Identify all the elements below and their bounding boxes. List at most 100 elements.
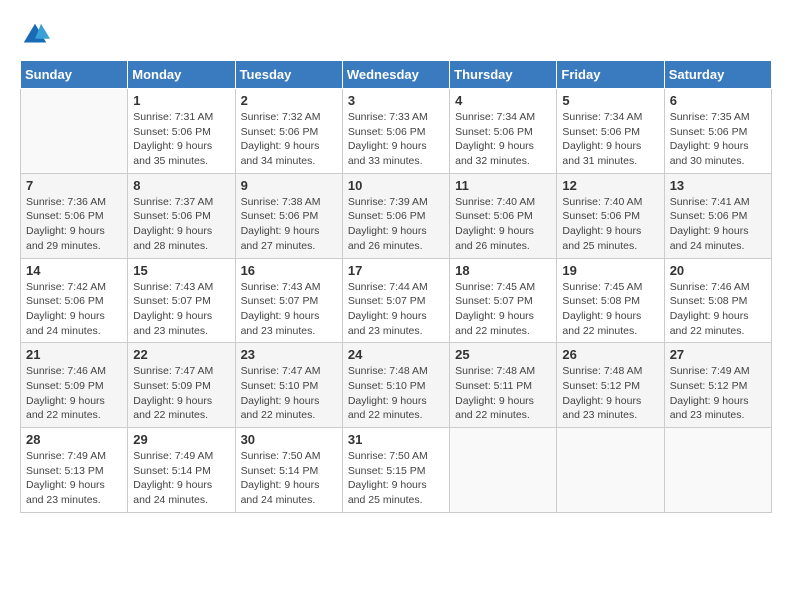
calendar-header-row: SundayMondayTuesdayWednesdayThursdayFrid… (21, 61, 772, 89)
day-number: 9 (241, 178, 337, 193)
day-number: 13 (670, 178, 766, 193)
calendar-week-1: 1 Sunrise: 7:31 AM Sunset: 5:06 PM Daylig… (21, 89, 772, 174)
day-info: Sunrise: 7:32 AM Sunset: 5:06 PM Dayligh… (241, 110, 337, 169)
calendar-header-monday: Monday (128, 61, 235, 89)
calendar-cell: 22Sunrise: 7:47 AM Sunset: 5:09 PM Dayli… (128, 343, 235, 428)
calendar-week-5: 28Sunrise: 7:49 AM Sunset: 5:13 PM Dayli… (21, 428, 772, 513)
calendar-table: SundayMondayTuesdayWednesdayThursdayFrid… (20, 60, 772, 513)
calendar-cell: 2Sunrise: 7:32 AM Sunset: 5:06 PM Daylig… (235, 89, 342, 174)
day-number: 30 (241, 432, 337, 447)
day-number: 25 (455, 347, 551, 362)
day-info: Sunrise: 7:38 AM Sunset: 5:06 PM Dayligh… (241, 195, 337, 254)
day-number: 17 (348, 263, 444, 278)
calendar-cell: 30 Sunrise: 7:50 AM Sunset: 5:14 PM Dayli… (235, 428, 342, 513)
calendar-cell: 12 Sunrise: 7:40 AM Sunset: 5:06 PM Dayli… (557, 173, 664, 258)
calendar-cell: 14Sunrise: 7:42 AM Sunset: 5:06 PM Dayli… (21, 258, 128, 343)
day-number: 18 (455, 263, 551, 278)
calendar-cell: 21Sunrise: 7:46 AM Sunset: 5:09 PM Dayli… (21, 343, 128, 428)
day-info: Sunrise: 7:45 AM Sunset: 5:07 PM Dayligh… (455, 280, 551, 339)
calendar-body: 1 Sunrise: 7:31 AM Sunset: 5:06 PM Daylig… (21, 89, 772, 513)
logo (20, 20, 56, 50)
calendar-cell: 16 Sunrise: 7:43 AM Sunset: 5:07 PM Dayli… (235, 258, 342, 343)
calendar-cell: 29 Sunrise: 7:49 AM Sunset: 5:14 PM Dayli… (128, 428, 235, 513)
day-info: Sunrise: 7:34 AM Sunset: 5:06 PM Dayligh… (455, 110, 551, 169)
calendar-cell: 24 Sunrise: 7:48 AM Sunset: 5:10 PM Dayli… (342, 343, 449, 428)
calendar-header-sunday: Sunday (21, 61, 128, 89)
calendar-header-saturday: Saturday (664, 61, 771, 89)
calendar-cell: 7 Sunrise: 7:36 AM Sunset: 5:06 PM Daylig… (21, 173, 128, 258)
calendar-cell: 31 Sunrise: 7:50 AM Sunset: 5:15 PM Dayli… (342, 428, 449, 513)
calendar-cell: 11 Sunrise: 7:40 AM Sunset: 5:06 PM Dayli… (450, 173, 557, 258)
calendar-header-thursday: Thursday (450, 61, 557, 89)
day-info: Sunrise: 7:48 AM Sunset: 5:11 PM Dayligh… (455, 364, 551, 423)
day-info: Sunrise: 7:50 AM Sunset: 5:14 PM Dayligh… (241, 449, 337, 508)
day-info: Sunrise: 7:40 AM Sunset: 5:06 PM Dayligh… (455, 195, 551, 254)
calendar-cell: 18 Sunrise: 7:45 AM Sunset: 5:07 PM Dayli… (450, 258, 557, 343)
day-info: Sunrise: 7:40 AM Sunset: 5:06 PM Dayligh… (562, 195, 658, 254)
calendar-header-friday: Friday (557, 61, 664, 89)
day-info: Sunrise: 7:50 AM Sunset: 5:15 PM Dayligh… (348, 449, 444, 508)
day-info: Sunrise: 7:34 AM Sunset: 5:06 PM Dayligh… (562, 110, 658, 169)
day-number: 5 (562, 93, 658, 108)
calendar-week-3: 14Sunrise: 7:42 AM Sunset: 5:06 PM Dayli… (21, 258, 772, 343)
day-number: 19 (562, 263, 658, 278)
day-number: 1 (133, 93, 229, 108)
calendar-week-4: 21Sunrise: 7:46 AM Sunset: 5:09 PM Dayli… (21, 343, 772, 428)
day-info: Sunrise: 7:48 AM Sunset: 5:10 PM Dayligh… (348, 364, 444, 423)
calendar-cell: 8 Sunrise: 7:37 AM Sunset: 5:06 PM Daylig… (128, 173, 235, 258)
day-number: 24 (348, 347, 444, 362)
day-info: Sunrise: 7:47 AM Sunset: 5:10 PM Dayligh… (241, 364, 337, 423)
calendar-cell: 3 Sunrise: 7:33 AM Sunset: 5:06 PM Daylig… (342, 89, 449, 174)
calendar-cell: 28Sunrise: 7:49 AM Sunset: 5:13 PM Dayli… (21, 428, 128, 513)
calendar-week-2: 7 Sunrise: 7:36 AM Sunset: 5:06 PM Daylig… (21, 173, 772, 258)
day-number: 29 (133, 432, 229, 447)
calendar-cell: 9 Sunrise: 7:38 AM Sunset: 5:06 PM Daylig… (235, 173, 342, 258)
day-info: Sunrise: 7:39 AM Sunset: 5:06 PM Dayligh… (348, 195, 444, 254)
day-info: Sunrise: 7:49 AM Sunset: 5:14 PM Dayligh… (133, 449, 229, 508)
calendar-cell: 17Sunrise: 7:44 AM Sunset: 5:07 PM Dayli… (342, 258, 449, 343)
day-number: 16 (241, 263, 337, 278)
day-number: 7 (26, 178, 122, 193)
page-header (20, 20, 772, 50)
day-info: Sunrise: 7:36 AM Sunset: 5:06 PM Dayligh… (26, 195, 122, 254)
calendar-cell: 13 Sunrise: 7:41 AM Sunset: 5:06 PM Dayli… (664, 173, 771, 258)
calendar-header-tuesday: Tuesday (235, 61, 342, 89)
day-number: 12 (562, 178, 658, 193)
day-info: Sunrise: 7:43 AM Sunset: 5:07 PM Dayligh… (241, 280, 337, 339)
day-number: 26 (562, 347, 658, 362)
logo-icon (20, 20, 50, 50)
day-number: 6 (670, 93, 766, 108)
day-number: 3 (348, 93, 444, 108)
calendar-cell: 23Sunrise: 7:47 AM Sunset: 5:10 PM Dayli… (235, 343, 342, 428)
day-info: Sunrise: 7:46 AM Sunset: 5:08 PM Dayligh… (670, 280, 766, 339)
day-info: Sunrise: 7:31 AM Sunset: 5:06 PM Dayligh… (133, 110, 229, 169)
calendar-cell: 26Sunrise: 7:48 AM Sunset: 5:12 PM Dayli… (557, 343, 664, 428)
calendar-cell: 25 Sunrise: 7:48 AM Sunset: 5:11 PM Dayli… (450, 343, 557, 428)
day-info: Sunrise: 7:42 AM Sunset: 5:06 PM Dayligh… (26, 280, 122, 339)
day-number: 20 (670, 263, 766, 278)
day-number: 15 (133, 263, 229, 278)
calendar-cell: 10 Sunrise: 7:39 AM Sunset: 5:06 PM Dayli… (342, 173, 449, 258)
day-info: Sunrise: 7:35 AM Sunset: 5:06 PM Dayligh… (670, 110, 766, 169)
calendar-cell: 1 Sunrise: 7:31 AM Sunset: 5:06 PM Daylig… (128, 89, 235, 174)
day-number: 4 (455, 93, 551, 108)
day-number: 27 (670, 347, 766, 362)
day-number: 11 (455, 178, 551, 193)
calendar-cell (664, 428, 771, 513)
day-info: Sunrise: 7:33 AM Sunset: 5:06 PM Dayligh… (348, 110, 444, 169)
calendar-cell: 6 Sunrise: 7:35 AM Sunset: 5:06 PM Daylig… (664, 89, 771, 174)
calendar-cell: 19 Sunrise: 7:45 AM Sunset: 5:08 PM Dayli… (557, 258, 664, 343)
day-info: Sunrise: 7:43 AM Sunset: 5:07 PM Dayligh… (133, 280, 229, 339)
day-info: Sunrise: 7:41 AM Sunset: 5:06 PM Dayligh… (670, 195, 766, 254)
calendar-cell: 5 Sunrise: 7:34 AM Sunset: 5:06 PM Daylig… (557, 89, 664, 174)
day-info: Sunrise: 7:49 AM Sunset: 5:13 PM Dayligh… (26, 449, 122, 508)
day-info: Sunrise: 7:37 AM Sunset: 5:06 PM Dayligh… (133, 195, 229, 254)
day-number: 8 (133, 178, 229, 193)
calendar-cell: 15 Sunrise: 7:43 AM Sunset: 5:07 PM Dayli… (128, 258, 235, 343)
day-info: Sunrise: 7:49 AM Sunset: 5:12 PM Dayligh… (670, 364, 766, 423)
day-info: Sunrise: 7:45 AM Sunset: 5:08 PM Dayligh… (562, 280, 658, 339)
calendar-cell: 27 Sunrise: 7:49 AM Sunset: 5:12 PM Dayli… (664, 343, 771, 428)
day-number: 31 (348, 432, 444, 447)
day-number: 10 (348, 178, 444, 193)
calendar-header-wednesday: Wednesday (342, 61, 449, 89)
